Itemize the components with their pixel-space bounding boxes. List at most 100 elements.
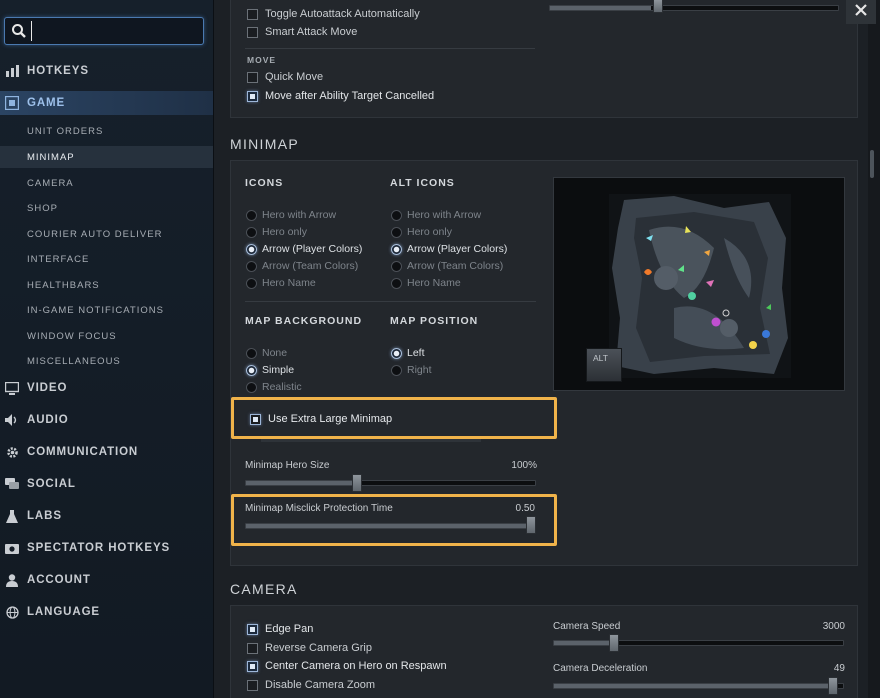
sidebar-subitem-interface[interactable]: INTERFACE <box>0 248 213 270</box>
search-field[interactable] <box>4 17 204 45</box>
sidebar-item-account[interactable]: ACCOUNT <box>0 568 213 592</box>
sidebar-item-label: SPECTATOR HOTKEYS <box>27 542 171 554</box>
sidebar-item-video[interactable]: VIDEO <box>0 376 213 400</box>
reverse-camera-grip-option[interactable]: Reverse Camera Grip <box>247 642 372 654</box>
minimap-preview: ALT <box>553 177 845 391</box>
radio-button-selected[interactable] <box>391 347 402 359</box>
center-camera-on-respawn-option[interactable]: Center Camera on Hero on Respawn <box>247 660 447 672</box>
radio-button[interactable] <box>246 226 257 238</box>
icons-option-hero-name[interactable]: Hero Name <box>246 277 316 289</box>
smart-attack-move-option[interactable]: Smart Attack Move <box>247 26 357 38</box>
sidebar-item-communication[interactable]: COMMUNICATION <box>0 440 213 464</box>
radio-button-selected[interactable] <box>246 364 257 376</box>
sidebar-item-language[interactable]: LANGUAGE <box>0 600 213 624</box>
sidebar-item-label: VIDEO <box>27 382 68 394</box>
sidebar-item-label: HOTKEYS <box>27 65 89 77</box>
camera-deceleration-label: Camera Deceleration <box>553 663 648 674</box>
slider-track[interactable] <box>549 5 839 11</box>
camera-speed-value: 3000 <box>822 621 845 632</box>
sidebar-item-social[interactable]: SOCIAL <box>0 472 213 496</box>
radio-button[interactable] <box>246 381 257 393</box>
search-input[interactable] <box>31 21 199 41</box>
position-option-right[interactable]: Right <box>391 364 432 376</box>
camera-speed-knob[interactable] <box>609 634 620 652</box>
alt-key-label: ALT <box>593 353 608 363</box>
radio-button[interactable] <box>391 364 402 376</box>
sidebar-subitem-in-game-notifications[interactable]: IN-GAME NOTIFICATIONS <box>0 299 213 321</box>
sidebar-item-game[interactable]: GAME <box>0 91 213 115</box>
scrollbar-track[interactable] <box>868 0 880 698</box>
sidebar-item-hotkeys[interactable]: HOTKEYS <box>0 59 213 83</box>
camera-deceleration-slider[interactable] <box>553 683 844 689</box>
alt-icons-option-hero-only[interactable]: Hero only <box>391 226 452 238</box>
radio-button[interactable] <box>246 209 257 221</box>
checkbox[interactable] <box>247 679 258 691</box>
sidebar-item-labs[interactable]: LABS <box>0 504 213 528</box>
radio-button[interactable] <box>246 277 257 289</box>
speaker-icon <box>5 413 19 427</box>
camera-deceleration-knob[interactable] <box>828 677 839 695</box>
sidebar-item-audio[interactable]: AUDIO <box>0 408 213 432</box>
sidebar-subitem-window-focus[interactable]: WINDOW FOCUS <box>0 325 213 347</box>
radio-button-selected[interactable] <box>391 243 402 255</box>
camera-speed-slider[interactable] <box>553 640 844 646</box>
checkbox[interactable] <box>247 71 258 83</box>
sidebar-subitem-miscellaneous[interactable]: MISCELLANEOUS <box>0 350 213 372</box>
sidebar-subitem-camera[interactable]: CAMERA <box>0 172 213 194</box>
radio-button[interactable] <box>391 226 402 238</box>
divider <box>245 301 536 302</box>
option-label: Edge Pan <box>265 623 314 635</box>
sidebar-subitem-unit-orders[interactable]: UNIT ORDERS <box>0 120 213 142</box>
edge-pan-option[interactable]: Edge Pan <box>247 623 313 635</box>
checkbox-checked[interactable] <box>247 660 258 672</box>
sidebar-subitem-shop[interactable]: SHOP <box>0 197 213 219</box>
flask-icon <box>5 509 19 523</box>
sidebar-item-spectator-hotkeys[interactable]: SPECTATOR HOTKEYS <box>0 536 213 560</box>
background-option-realistic[interactable]: Realistic <box>246 381 302 393</box>
camera-section-title: CAMERA <box>230 581 298 597</box>
checkbox-checked[interactable] <box>247 623 258 635</box>
checkbox[interactable] <box>247 26 258 38</box>
icons-option-hero-only[interactable]: Hero only <box>246 226 307 238</box>
sidebar-subitem-label: IN-GAME NOTIFICATIONS <box>27 304 164 316</box>
toggle-autoattack-option[interactable]: Toggle Autoattack Automatically <box>247 8 420 20</box>
option-label: Arrow (Team Colors) <box>262 260 359 272</box>
icons-option-hero-with-arrow[interactable]: Hero with Arrow <box>246 209 336 221</box>
sidebar-subitem-label: MINIMAP <box>27 151 75 163</box>
scrollbar-thumb[interactable] <box>870 150 874 178</box>
alt-icons-option-arrow-player-colors[interactable]: Arrow (Player Colors) <box>391 243 507 255</box>
hero-size-knob[interactable] <box>351 474 362 492</box>
hero-size-slider[interactable] <box>245 480 536 486</box>
quick-move-option[interactable]: Quick Move <box>247 71 323 83</box>
alt-icons-option-hero-name[interactable]: Hero Name <box>391 277 461 289</box>
radio-button[interactable] <box>246 347 257 359</box>
close-button[interactable] <box>846 0 876 24</box>
search-icon <box>11 23 27 39</box>
checkbox-checked[interactable] <box>247 90 258 102</box>
disable-camera-zoom-option[interactable]: Disable Camera Zoom <box>247 679 375 691</box>
icons-heading: ICONS <box>245 177 284 189</box>
checkbox[interactable] <box>247 8 258 20</box>
radio-button[interactable] <box>246 260 257 272</box>
alt-icons-option-arrow-team-colors[interactable]: Arrow (Team Colors) <box>391 260 503 272</box>
icons-option-arrow-player-colors[interactable]: Arrow (Player Colors) <box>246 243 362 255</box>
icons-option-arrow-team-colors[interactable]: Arrow (Team Colors) <box>246 260 358 272</box>
radio-button[interactable] <box>391 277 402 289</box>
sidebar-subitem-healthbars[interactable]: HEALTHBARS <box>0 274 213 296</box>
background-option-none[interactable]: None <box>246 347 287 359</box>
radio-button[interactable] <box>391 209 402 221</box>
slider-knob[interactable] <box>653 0 663 13</box>
alt-icons-option-hero-with-arrow[interactable]: Hero with Arrow <box>391 209 481 221</box>
move-after-ability-option[interactable]: Move after Ability Target Cancelled <box>247 90 434 102</box>
checkbox[interactable] <box>247 642 258 654</box>
sidebar-subitem-courier-auto-deliver[interactable]: COURIER AUTO DELIVER <box>0 223 213 245</box>
monitor-icon <box>5 381 19 395</box>
sidebar-item-label: AUDIO <box>27 414 69 426</box>
radio-button[interactable] <box>391 260 402 272</box>
bar-chart-icon <box>5 64 19 78</box>
background-option-simple[interactable]: Simple <box>246 364 294 376</box>
position-option-left[interactable]: Left <box>391 347 425 359</box>
radio-button-selected[interactable] <box>246 243 257 255</box>
sidebar-subitem-minimap[interactable]: MINIMAP <box>0 146 213 168</box>
alt-key-button[interactable]: ALT <box>586 348 622 382</box>
